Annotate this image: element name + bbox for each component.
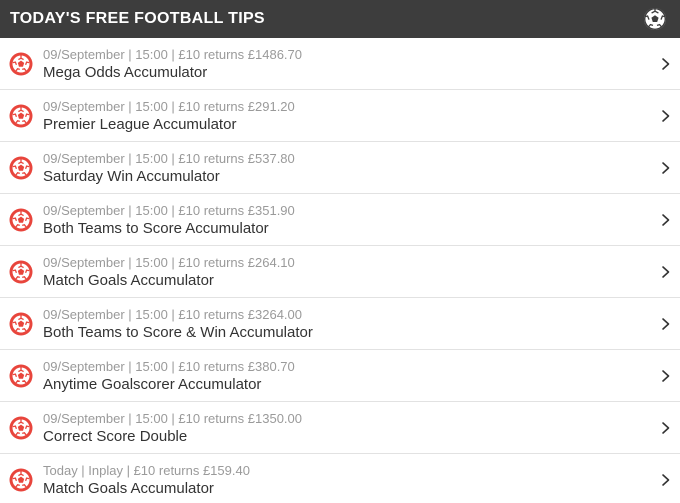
tip-title: Both Teams to Score & Win Accumulator bbox=[43, 323, 313, 341]
tip-row[interactable]: 09/September | 15:00 | £10 returns £1350… bbox=[0, 402, 680, 454]
tip-text: 09/September | 15:00 | £10 returns £1350… bbox=[43, 410, 660, 446]
chevron-right-icon bbox=[660, 109, 672, 123]
tip-title: Match Goals Accumulator bbox=[43, 271, 214, 289]
tip-title: Mega Odds Accumulator bbox=[43, 63, 208, 81]
chevron-right-icon bbox=[660, 369, 672, 383]
tip-text: 09/September | 15:00 | £10 returns £380.… bbox=[43, 358, 660, 394]
tip-title: Correct Score Double bbox=[43, 427, 188, 445]
chevron-right-icon bbox=[660, 213, 672, 227]
chevron-right-icon bbox=[660, 57, 672, 71]
tip-meta: 09/September | 15:00 | £10 returns £264.… bbox=[43, 254, 295, 270]
football-icon bbox=[9, 468, 33, 492]
tip-meta: Today | Inplay | £10 returns £159.40 bbox=[43, 462, 250, 478]
tip-meta: 09/September | 15:00 | £10 returns £291.… bbox=[43, 98, 295, 114]
tip-text: 09/September | 15:00 | £10 returns £3264… bbox=[43, 306, 660, 342]
football-icon bbox=[9, 260, 33, 284]
tip-row[interactable]: 09/September | 15:00 | £10 returns £351.… bbox=[0, 194, 680, 246]
tip-title: Both Teams to Score Accumulator bbox=[43, 219, 269, 237]
tip-meta: 09/September | 15:00 | £10 returns £537.… bbox=[43, 150, 295, 166]
tips-header: TODAY'S FREE FOOTBALL TIPS bbox=[0, 0, 680, 38]
football-icon bbox=[643, 7, 667, 31]
tip-row[interactable]: Today | Inplay | £10 returns £159.40 Mat… bbox=[0, 454, 680, 503]
tip-meta: 09/September | 15:00 | £10 returns £3264… bbox=[43, 306, 302, 322]
tip-meta: 09/September | 15:00 | £10 returns £351.… bbox=[43, 202, 295, 218]
chevron-right-icon bbox=[660, 317, 672, 331]
football-icon bbox=[9, 52, 33, 76]
tip-row[interactable]: 09/September | 15:00 | £10 returns £380.… bbox=[0, 350, 680, 402]
tip-meta: 09/September | 15:00 | £10 returns £1486… bbox=[43, 46, 302, 62]
tip-text: 09/September | 15:00 | £10 returns £537.… bbox=[43, 150, 660, 186]
tip-row[interactable]: 09/September | 15:00 | £10 returns £1486… bbox=[0, 38, 680, 90]
chevron-right-icon bbox=[660, 161, 672, 175]
free-tips-widget: TODAY'S FREE FOOTBALL TIPS 09/September … bbox=[0, 0, 680, 503]
tip-text: Today | Inplay | £10 returns £159.40 Mat… bbox=[43, 462, 660, 498]
tip-meta: 09/September | 15:00 | £10 returns £380.… bbox=[43, 358, 295, 374]
chevron-right-icon bbox=[660, 265, 672, 279]
tip-row[interactable]: 09/September | 15:00 | £10 returns £3264… bbox=[0, 298, 680, 350]
tips-header-title: TODAY'S FREE FOOTBALL TIPS bbox=[10, 10, 265, 27]
football-icon bbox=[9, 312, 33, 336]
tip-text: 09/September | 15:00 | £10 returns £264.… bbox=[43, 254, 660, 290]
tip-title: Anytime Goalscorer Accumulator bbox=[43, 375, 262, 393]
tips-list: 09/September | 15:00 | £10 returns £1486… bbox=[0, 38, 680, 503]
tip-text: 09/September | 15:00 | £10 returns £291.… bbox=[43, 98, 660, 134]
football-icon bbox=[9, 208, 33, 232]
tip-title: Saturday Win Accumulator bbox=[43, 167, 220, 185]
football-icon bbox=[9, 156, 33, 180]
tip-text: 09/September | 15:00 | £10 returns £351.… bbox=[43, 202, 660, 238]
tip-title: Match Goals Accumulator bbox=[43, 479, 214, 497]
football-icon bbox=[9, 104, 33, 128]
tip-row[interactable]: 09/September | 15:00 | £10 returns £537.… bbox=[0, 142, 680, 194]
tip-text: 09/September | 15:00 | £10 returns £1486… bbox=[43, 46, 660, 82]
tip-row[interactable]: 09/September | 15:00 | £10 returns £264.… bbox=[0, 246, 680, 298]
football-icon bbox=[9, 416, 33, 440]
football-icon bbox=[9, 364, 33, 388]
tip-meta: 09/September | 15:00 | £10 returns £1350… bbox=[43, 410, 302, 426]
chevron-right-icon bbox=[660, 421, 672, 435]
tip-title: Premier League Accumulator bbox=[43, 115, 237, 133]
chevron-right-icon bbox=[660, 473, 672, 487]
tip-row[interactable]: 09/September | 15:00 | £10 returns £291.… bbox=[0, 90, 680, 142]
